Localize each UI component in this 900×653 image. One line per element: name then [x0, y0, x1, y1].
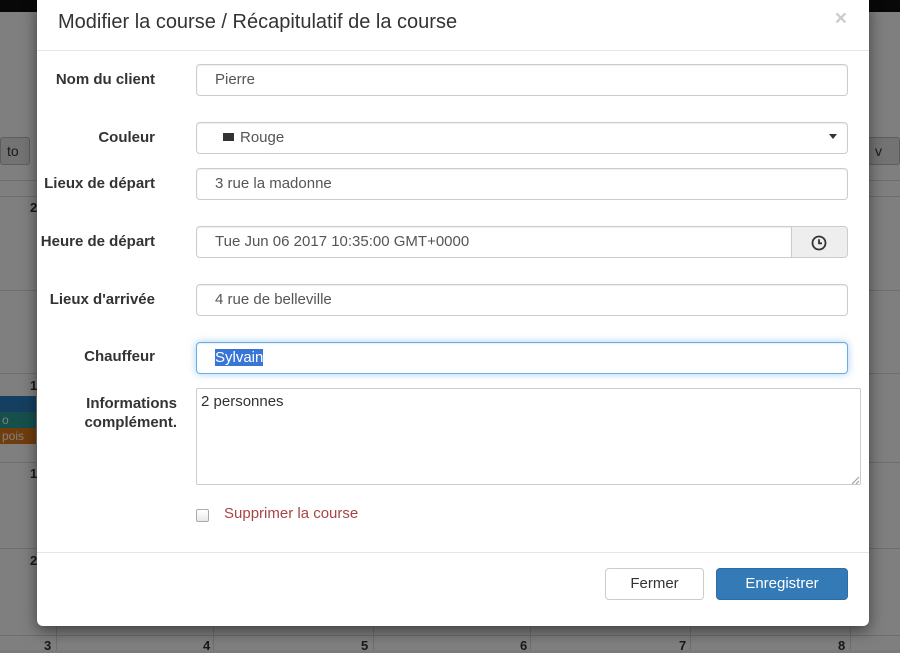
info-textarea[interactable]: 2 personnes	[196, 388, 861, 485]
info-label: Informations complément.	[84, 395, 177, 431]
modal-title: Modifier la course / Récapitulatif de la…	[58, 11, 458, 33]
driver-input[interactable]: Sylvain	[196, 342, 848, 374]
time-picker-button[interactable]	[791, 226, 848, 258]
arrival-place-label: Lieux d'arrivée	[49, 291, 155, 308]
chevron-down-icon	[829, 134, 837, 139]
modal-footer: Fermer Enregistrer	[37, 552, 869, 626]
modal-header: Modifier la course / Récapitulatif de la…	[37, 0, 869, 51]
close-icon[interactable]: ×	[835, 8, 847, 29]
client-name-label: Nom du client	[55, 71, 155, 88]
delete-ride-label[interactable]: Supprimer la course	[224, 505, 358, 522]
save-button[interactable]: Enregistrer	[716, 568, 848, 600]
driver-input-value: Sylvain	[215, 349, 264, 366]
departure-time-label: Heure de départ	[40, 233, 155, 250]
arrival-place-input[interactable]: 4 rue de belleville	[196, 284, 848, 316]
color-select-value: Rouge	[240, 129, 285, 146]
departure-place-label: Lieux de départ	[44, 175, 155, 192]
clock-icon	[811, 235, 827, 251]
resize-grip-icon[interactable]	[850, 475, 860, 485]
color-label: Couleur	[98, 129, 155, 146]
edit-ride-modal: Modifier la course / Récapitulatif de la…	[37, 0, 869, 626]
delete-ride-checkbox[interactable]	[196, 509, 209, 522]
color-select[interactable]: Rouge	[196, 122, 848, 154]
color-swatch	[223, 133, 234, 141]
client-name-input[interactable]: Pierre	[196, 64, 848, 96]
departure-place-input[interactable]: 3 rue la madonne	[196, 168, 848, 200]
departure-time-input[interactable]: Tue Jun 06 2017 10:35:00 GMT+0000	[196, 226, 792, 258]
close-button[interactable]: Fermer	[605, 568, 704, 600]
driver-label: Chauffeur	[84, 348, 155, 365]
